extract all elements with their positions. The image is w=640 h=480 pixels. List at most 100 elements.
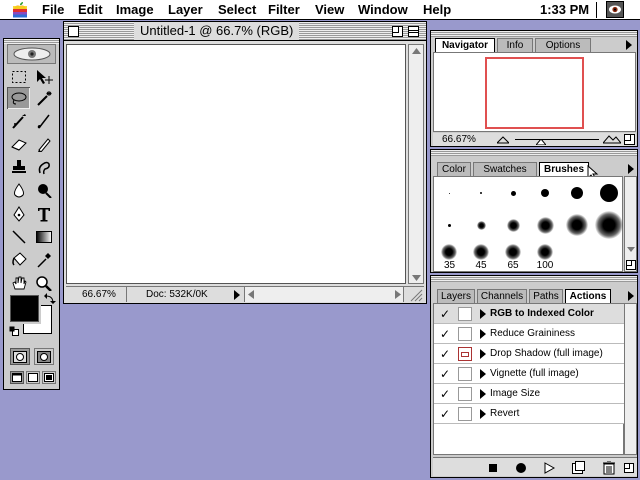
expand-triangle-icon[interactable] <box>480 329 486 339</box>
menu-view[interactable]: View <box>315 2 344 18</box>
menu-image[interactable]: Image <box>116 2 154 18</box>
action-enabled-check-icon[interactable]: ✓ <box>438 347 452 361</box>
standard-mode-button[interactable] <box>10 348 30 365</box>
navigator-preview[interactable] <box>433 52 636 132</box>
navigator-menu-arrow-icon[interactable] <box>625 40 633 50</box>
close-box-icon[interactable] <box>68 26 79 37</box>
menu-layer[interactable]: Layer <box>168 2 203 18</box>
type-tool[interactable] <box>32 203 55 225</box>
action-dialog-toggle[interactable] <box>458 387 472 401</box>
tab-info[interactable]: Info <box>497 38 533 52</box>
lasso-tool[interactable] <box>7 87 30 109</box>
menu-filter[interactable]: Filter <box>268 2 300 18</box>
default-colors-icon[interactable] <box>9 326 19 336</box>
brushes-title-bar[interactable] <box>431 150 637 156</box>
tab-brushes[interactable]: Brushes <box>539 162 589 176</box>
brush-hard-3[interactable] <box>465 177 497 209</box>
actions-scrollbar[interactable] <box>624 303 637 455</box>
zoom-level-field[interactable]: 66.67% <box>82 288 116 301</box>
menu-clock[interactable]: 1:33 PM <box>540 2 589 18</box>
brush-35[interactable]: 35 <box>434 241 465 272</box>
vertical-scrollbar[interactable] <box>408 44 424 284</box>
eyedropper-tool[interactable] <box>32 249 55 271</box>
blur-tool[interactable] <box>7 179 30 201</box>
play-icon[interactable] <box>544 462 555 474</box>
expand-triangle-icon[interactable] <box>480 389 486 399</box>
action-enabled-check-icon[interactable]: ✓ <box>438 367 452 381</box>
new-action-icon[interactable] <box>572 461 585 474</box>
navigator-view-box[interactable] <box>485 57 584 129</box>
trash-icon[interactable] <box>603 461 615 475</box>
menu-select[interactable]: Select <box>218 2 256 18</box>
brushes-scrollbar[interactable] <box>624 176 637 272</box>
move-tool[interactable] <box>32 66 55 88</box>
tab-options[interactable]: Options <box>535 38 591 52</box>
action-row-vignette[interactable]: ✓ Vignette (full image) <box>434 364 625 384</box>
actions-resize-icon[interactable] <box>624 463 634 473</box>
action-enabled-check-icon[interactable]: ✓ <box>438 407 452 421</box>
brush-hard-9[interactable] <box>529 177 561 209</box>
menu-edit[interactable]: Edit <box>78 2 103 18</box>
tab-actions[interactable]: Actions <box>565 289 611 303</box>
action-row-drop-shadow[interactable]: ✓ Drop Shadow (full image) <box>434 344 625 364</box>
brush-hard-5[interactable] <box>497 177 529 209</box>
paintbrush-tool[interactable] <box>32 110 55 132</box>
swap-colors-icon[interactable] <box>44 293 56 305</box>
brush-soft-21[interactable] <box>561 209 593 241</box>
brushes-menu-arrow-icon[interactable] <box>627 164 635 174</box>
action-dialog-toggle[interactable] <box>458 407 472 421</box>
brush-soft-17[interactable] <box>529 209 561 241</box>
tab-paths[interactable]: Paths <box>529 289 563 303</box>
menu-help[interactable]: Help <box>423 2 451 18</box>
record-icon[interactable] <box>516 463 526 473</box>
photoshop-eye-logo[interactable] <box>7 44 56 64</box>
standard-screen-mode-button[interactable] <box>10 371 24 384</box>
brush-soft-13[interactable] <box>497 209 529 241</box>
zoom-out-mountain-icon[interactable] <box>497 135 509 144</box>
application-menu-icon[interactable] <box>606 1 624 18</box>
brush-hard-19[interactable] <box>593 177 624 209</box>
stop-icon[interactable] <box>489 464 497 472</box>
full-screen-button[interactable] <box>42 371 56 384</box>
marquee-tool[interactable] <box>7 66 30 88</box>
document-title-bar[interactable]: Untitled-1 @ 66.7% (RGB) <box>64 22 426 41</box>
foreground-color-swatch[interactable] <box>10 295 39 322</box>
zoom-box-icon[interactable] <box>392 26 403 37</box>
navigator-zoom-field[interactable]: 66.67% <box>442 133 476 146</box>
action-dialog-toggle[interactable] <box>458 367 472 381</box>
scroll-down-arrow-icon[interactable] <box>412 275 421 281</box>
scroll-left-arrow-icon[interactable] <box>248 290 254 299</box>
action-dialog-toggle[interactable] <box>458 327 472 341</box>
tab-layers[interactable]: Layers <box>437 289 475 303</box>
pen-tool[interactable] <box>7 203 30 225</box>
navigator-resize-icon[interactable] <box>624 134 635 145</box>
horizontal-scrollbar[interactable] <box>244 287 404 302</box>
tab-navigator[interactable]: Navigator <box>435 38 495 52</box>
brush-65[interactable]: 65 <box>497 241 529 272</box>
action-row-rgb-to-indexed-color[interactable]: ✓ RGB to Indexed Color <box>434 304 625 324</box>
collapse-box-icon[interactable] <box>408 26 419 37</box>
zoom-slider-thumb-icon[interactable] <box>536 139 546 145</box>
full-screen-menubar-button[interactable] <box>26 371 40 384</box>
expand-triangle-icon[interactable] <box>480 309 486 319</box>
action-enabled-check-icon[interactable]: ✓ <box>438 307 452 321</box>
scroll-right-arrow-icon[interactable] <box>395 290 401 299</box>
pencil-tool[interactable] <box>32 133 55 155</box>
brush-hard-13[interactable] <box>561 177 593 209</box>
rubber-stamp-tool[interactable] <box>7 156 30 178</box>
resize-grip-icon[interactable] <box>408 287 423 302</box>
brush-hard-1[interactable] <box>434 177 465 209</box>
menu-file[interactable]: File <box>42 2 64 18</box>
dodge-tool[interactable] <box>32 179 55 201</box>
gradient-tool[interactable] <box>32 226 55 248</box>
action-row-reduce-graininess[interactable]: ✓ Reduce Graininess <box>434 324 625 344</box>
brush-45[interactable]: 45 <box>465 241 497 272</box>
action-row-image-size[interactable]: ✓ Image Size <box>434 384 625 404</box>
action-row-revert[interactable]: ✓ Revert <box>434 404 625 424</box>
tab-swatches[interactable]: Swatches <box>473 162 537 176</box>
line-tool[interactable] <box>7 226 30 248</box>
brush-100[interactable]: 100 <box>529 241 561 272</box>
tab-color[interactable]: Color <box>437 162 471 176</box>
paint-bucket-tool[interactable] <box>7 249 30 271</box>
brushes-scroll-down-arrow-icon[interactable] <box>627 247 635 252</box>
